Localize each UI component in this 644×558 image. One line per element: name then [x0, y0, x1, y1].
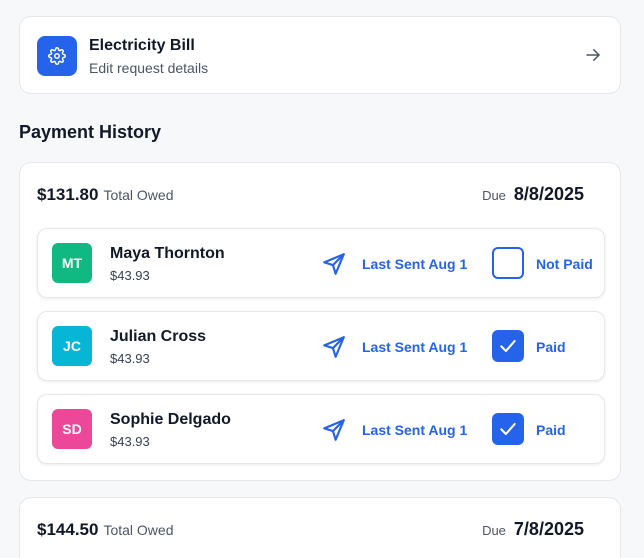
checkmark-icon: [500, 339, 516, 353]
total-label: Total Owed: [103, 187, 174, 203]
send-icon[interactable]: [321, 334, 347, 360]
paid-checkbox[interactable]: [492, 247, 524, 279]
due-date: 8/8/2025: [513, 184, 584, 204]
payment-status: Paid: [536, 422, 566, 438]
avatar: MT: [52, 243, 92, 283]
person-name: Julian Cross: [110, 328, 207, 345]
due-date-block: Due 8/8/2025: [482, 184, 584, 205]
person-name: Maya Thornton: [110, 245, 225, 262]
gear-icon: [37, 36, 77, 76]
last-sent-label: Last Sent Aug 1: [362, 422, 468, 438]
due-date: 7/8/2025: [513, 519, 584, 539]
person-amount: $43.93: [110, 268, 150, 283]
payment-status: Paid: [536, 339, 566, 355]
avatar: SD: [52, 409, 92, 449]
person-row: JC Julian Cross $43.93 Last Sent Aug 1 P…: [37, 311, 605, 381]
total-owed: $131.80 Total Owed: [37, 185, 174, 205]
avatar: JC: [52, 326, 92, 366]
due-date-block: Due 7/8/2025: [482, 519, 584, 540]
paid-checkbox[interactable]: [492, 330, 524, 362]
checkmark-icon: [500, 422, 516, 436]
payment-group: $144.50 Total Owed Due 7/8/2025: [19, 497, 621, 558]
person-name: Sophie Delgado: [110, 411, 231, 428]
due-label: Due: [482, 188, 506, 203]
page: Electricity Bill Edit request details Pa…: [0, 0, 644, 558]
send-icon[interactable]: [321, 417, 347, 443]
request-title: Electricity Bill: [89, 37, 195, 54]
payment-history-title: Payment History: [19, 122, 162, 142]
last-sent-label: Last Sent Aug 1: [362, 339, 468, 355]
payment-status: Not Paid: [536, 256, 593, 272]
due-label: Due: [482, 523, 506, 538]
total-amount: $131.80: [37, 185, 99, 204]
arrow-right-icon[interactable]: [584, 46, 602, 64]
person-row: SD Sophie Delgado $43.93 Last Sent Aug 1…: [37, 394, 605, 464]
request-subtitle: Edit request details: [89, 60, 209, 76]
total-owed: $144.50 Total Owed: [37, 520, 174, 540]
paid-checkbox[interactable]: [492, 413, 524, 445]
total-amount: $144.50: [37, 520, 99, 539]
total-label: Total Owed: [103, 522, 174, 538]
payment-group: $131.80 Total Owed Due 8/8/2025 MT Maya …: [19, 162, 621, 481]
send-icon[interactable]: [321, 251, 347, 277]
person-row: MT Maya Thornton $43.93 Last Sent Aug 1 …: [37, 228, 605, 298]
last-sent-label: Last Sent Aug 1: [362, 256, 468, 272]
person-amount: $43.93: [110, 351, 150, 366]
person-amount: $43.93: [110, 434, 150, 449]
request-card[interactable]: Electricity Bill Edit request details: [19, 16, 621, 94]
